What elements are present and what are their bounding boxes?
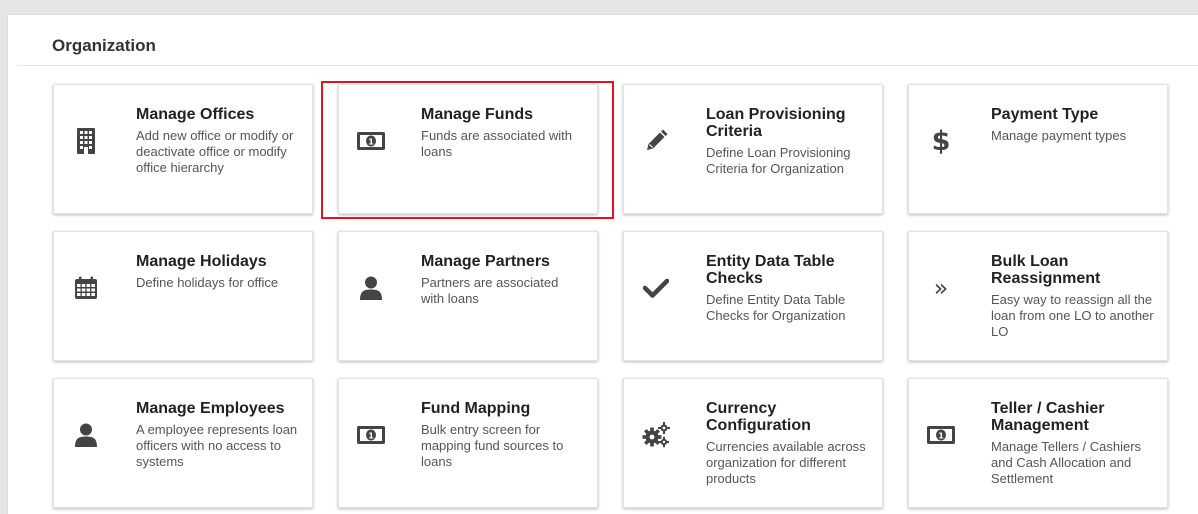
card-title: Bulk Loan Reassignment [991,253,1101,287]
card-description: Define Entity Data Table Checks for Orga… [706,292,846,323]
card-title: Teller / Cashier Management [991,400,1105,434]
money-bill-icon: 1 [357,421,385,449]
user-icon [72,421,100,449]
card-title: Currency Configuration [706,400,811,434]
user-icon [357,274,385,302]
card-title: Manage Funds [421,106,534,123]
card-description: Define Loan Provisioning Criteria for Or… [706,145,851,176]
double-chevron-right-icon: » [933,274,949,302]
money-bill-icon: 1 [357,127,385,155]
card-manage-partners[interactable]: Manage Partners Partners are associated … [338,231,598,361]
card-title: Manage Holidays [136,253,267,270]
card-description: Manage Tellers / Cashiers and Cash Alloc… [991,439,1142,486]
gears-icon [642,421,670,449]
card-description: Define holidays for office [136,275,279,290]
card-manage-offices[interactable]: Manage Offices Add new office or modify … [53,84,313,214]
card-description: A employee represents loan officers with… [136,422,298,469]
card-description: Easy way to reassign all the loan from o… [991,292,1154,339]
card-manage-holidays[interactable]: Manage Holidays Define holidays for offi… [53,231,313,361]
section-title: Organization [52,36,156,55]
card-entity-data-table-checks[interactable]: Entity Data Table Checks Define Entity D… [623,231,883,361]
card-title: Loan Provisioning Criteria [706,106,846,140]
card-description: Add new office or modify or deactivate o… [136,128,294,175]
check-icon [642,274,670,302]
money-bill-icon: 1 [927,421,955,449]
card-description: Partners are associated with loans [421,275,559,306]
card-title: Manage Offices [136,106,255,123]
card-manage-employees[interactable]: Manage Employees A employee represents l… [53,378,313,508]
svg-text:1: 1 [938,432,944,441]
card-description: Funds are associated with loans [421,128,573,159]
card-description: Currencies available across organization… [706,439,866,486]
card-fund-mapping[interactable]: 1 Fund Mapping Bulk entry screen for map… [338,378,598,508]
card-description: Manage payment types [991,128,1127,143]
section-divider [18,65,1198,66]
card-title: Entity Data Table Checks [706,253,835,287]
card-teller-cashier-management[interactable]: 1 Teller / Cashier Management Manage Tel… [908,378,1168,508]
card-title: Payment Type [991,106,1099,123]
calendar-icon [72,274,100,302]
card-currency-configuration[interactable]: Currency Configuration Currencies availa… [623,378,883,508]
dollar-icon: $ [931,125,951,157]
card-loan-provisioning-criteria[interactable]: Loan Provisioning Criteria Define Loan P… [623,84,883,214]
building-icon [72,127,100,155]
card-description: Bulk entry screen for mapping fund sourc… [421,422,564,469]
pencil-icon [642,127,670,155]
card-manage-funds[interactable]: 1 Manage Funds Funds are associated with… [321,81,614,219]
card-grid: Manage Offices Add new office or modify … [53,81,1168,508]
card-bulk-loan-reassignment[interactable]: » Bulk Loan Reassignment Easy way to rea… [908,231,1168,361]
svg-text:1: 1 [368,138,374,147]
card-title: Fund Mapping [421,400,531,417]
card-title: Manage Partners [421,253,550,270]
svg-text:1: 1 [368,432,374,441]
card-payment-type[interactable]: $ Payment Type Manage payment types [908,84,1168,214]
card-title: Manage Employees [136,400,285,417]
organization-panel: Organization Manage Offices Add new offi… [7,14,1198,514]
